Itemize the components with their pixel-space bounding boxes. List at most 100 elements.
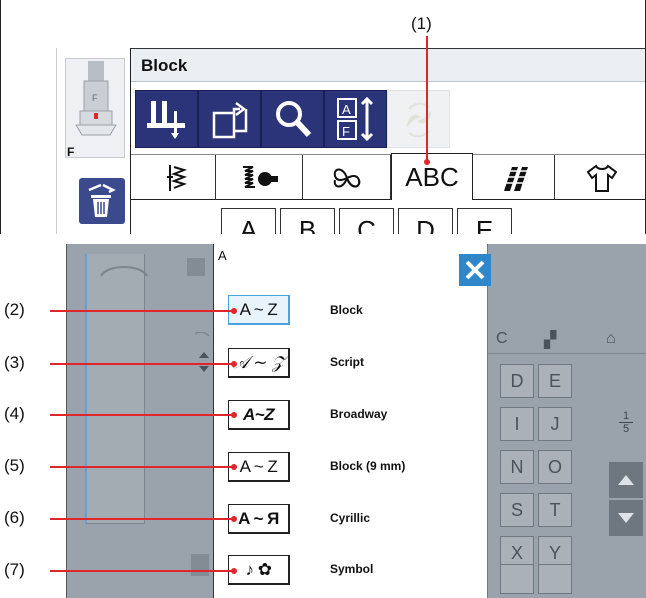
- font-name: Block (9 mm): [330, 459, 406, 473]
- mirror-button[interactable]: [387, 90, 450, 148]
- presser-foot-label: F: [67, 145, 75, 159]
- tabs-dimmed: C ▞ ⌂: [488, 326, 646, 354]
- page-up-button[interactable]: [609, 462, 643, 498]
- svg-text:F: F: [342, 124, 350, 139]
- popup-title: A: [218, 248, 227, 263]
- svg-text:A: A: [342, 102, 351, 117]
- close-button[interactable]: [459, 254, 491, 286]
- callout-label: (6): [4, 508, 25, 527]
- font-popup: A A ~ Z Block 𝒜 ~ 𝒵 Script A~Z Broadway …: [213, 244, 491, 598]
- toolbar: A F: [131, 82, 645, 154]
- mirror-icon: [406, 102, 431, 138]
- dimmed-key: S: [500, 493, 534, 527]
- close-icon: [465, 260, 485, 280]
- trash-icon: [88, 183, 116, 217]
- leader-line: [50, 518, 234, 520]
- leader-dot: [231, 464, 237, 470]
- page-total: 5: [619, 422, 633, 435]
- leader-dot: [231, 568, 237, 574]
- leader-dot: [231, 412, 237, 418]
- dimmed-key: O: [538, 450, 572, 484]
- leader-dot: [424, 159, 430, 165]
- letter-keys: A B C D E: [131, 200, 645, 234]
- stitch-selection-screen: Block A F ABC A B C D E: [130, 48, 645, 234]
- dimmed-key: D: [500, 364, 534, 398]
- elongation-icon: A F: [336, 96, 373, 142]
- dimmed-tool: [191, 554, 209, 576]
- side-panel-dimmed: [85, 254, 145, 524]
- callout-label: (4): [4, 404, 25, 423]
- foot-outline-icon: [100, 266, 148, 277]
- folder-open-icon: [212, 102, 247, 139]
- dimmed-key: I: [500, 407, 534, 441]
- leader-line: [50, 310, 234, 312]
- font-selection-screen: C ▞ ⌂ D E I J N O S T X Y 1 5 A A ~ Z Bl…: [66, 244, 646, 598]
- callout-label: (3): [4, 353, 25, 372]
- letter-key[interactable]: E: [457, 208, 512, 234]
- presser-foot-needle-icon: [146, 101, 185, 139]
- dimmed-key: N: [500, 450, 534, 484]
- top-screen: F F Block A F ABC A B C D E: [0, 0, 646, 234]
- font-name: Cyrillic: [330, 511, 371, 525]
- callout-label: (7): [4, 560, 25, 579]
- font-button-cyrillic[interactable]: A ~ Я: [228, 504, 290, 534]
- dimmed-tool: [187, 258, 205, 276]
- font-button-block[interactable]: A ~ Z: [228, 295, 290, 325]
- utility-stitch-icon: [167, 164, 188, 191]
- font-button-block-9mm[interactable]: A ~ Z: [228, 452, 290, 482]
- zoom-button[interactable]: [261, 90, 324, 148]
- presser-foot-icon: F: [75, 61, 117, 136]
- font-name: Symbol: [330, 562, 374, 576]
- page-current: 1: [622, 410, 630, 422]
- leader-line: [50, 466, 234, 468]
- leader-dot: [231, 361, 237, 367]
- page-down-button[interactable]: [609, 500, 643, 536]
- callout-label: (1): [411, 14, 432, 33]
- font-button-script[interactable]: 𝒜 ~ 𝒵: [228, 348, 290, 378]
- category-tabs: ABC: [131, 153, 645, 200]
- font-button-symbol[interactable]: ♪ ✿: [228, 555, 290, 585]
- dimmed-key: E: [538, 364, 572, 398]
- decorative-stitch-icon: [333, 168, 360, 187]
- mode-bar: Block: [131, 48, 645, 82]
- font-name: Block: [330, 303, 363, 317]
- arrow-up-icon: [618, 475, 634, 485]
- tab-abc[interactable]: ABC: [391, 153, 473, 200]
- arrow-down-icon: [618, 513, 634, 523]
- dimmed-key: T: [538, 493, 572, 527]
- letter-key[interactable]: C: [339, 208, 394, 234]
- dimmed-key: J: [538, 407, 572, 441]
- leader-line: [50, 363, 234, 365]
- leader-dot: [231, 308, 237, 314]
- side-panel: F F: [56, 48, 130, 234]
- font-name: Script: [330, 355, 365, 369]
- scroll-arrows-icon: [195, 332, 210, 372]
- letter-key[interactable]: B: [280, 208, 335, 234]
- tab-decorative[interactable]: [303, 155, 391, 200]
- needle-position-button[interactable]: [135, 90, 198, 148]
- letter-key[interactable]: D: [398, 208, 453, 234]
- callout-label: (5): [4, 456, 25, 475]
- dimmed-key: [538, 564, 572, 594]
- callout-label: (2): [4, 300, 25, 319]
- font-name: Broadway: [330, 407, 388, 421]
- svg-text:F: F: [92, 93, 98, 103]
- letter-key[interactable]: A: [221, 208, 276, 234]
- tab-satin[interactable]: [216, 155, 303, 200]
- leader-line: [426, 36, 428, 162]
- tab-pictograph[interactable]: [473, 155, 555, 200]
- open-file-button[interactable]: [198, 90, 261, 148]
- tab-utility[interactable]: [131, 155, 216, 200]
- pictograph-icon: [499, 166, 528, 191]
- delete-button[interactable]: [79, 178, 125, 224]
- tab-garment[interactable]: [555, 155, 645, 200]
- shirt-icon: [586, 163, 617, 192]
- elongation-button[interactable]: A F: [324, 90, 387, 148]
- leader-line: [50, 570, 234, 572]
- presser-foot-tile[interactable]: F: [65, 58, 125, 158]
- mode-title: Block: [141, 56, 188, 75]
- satin-stitch-icon: [243, 165, 278, 188]
- font-button-broadway[interactable]: A~Z: [228, 400, 290, 430]
- page-indicator: 1 5: [619, 410, 633, 435]
- leader-dot: [231, 516, 237, 522]
